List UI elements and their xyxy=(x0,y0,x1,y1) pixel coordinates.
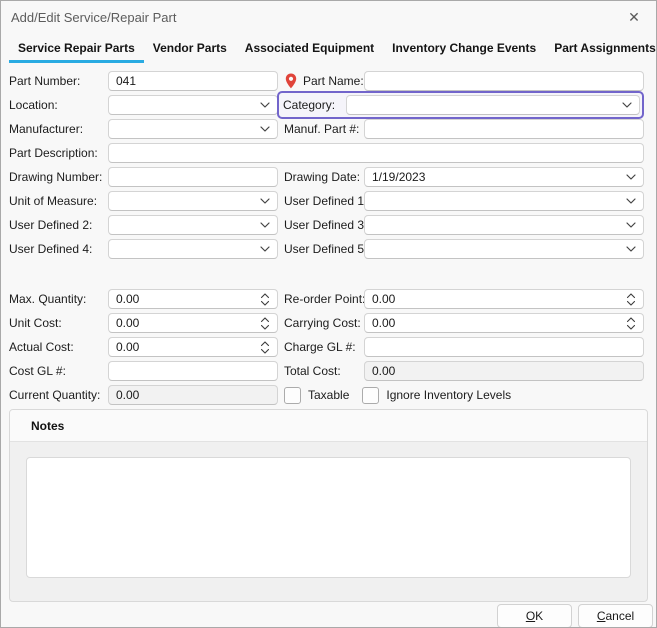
cost-gl-input[interactable] xyxy=(108,361,278,381)
checkbox-group: Taxable Ignore Inventory Levels xyxy=(278,387,644,404)
chevron-down-icon xyxy=(626,246,636,252)
form-grid-bottom: Max. Quantity: 0.00 Re-order Point: 0.00… xyxy=(9,289,644,405)
part-number-label: Part Number: xyxy=(9,71,108,91)
part-description-input[interactable] xyxy=(108,143,644,163)
notes-body xyxy=(10,442,647,583)
actual-cost-stepper[interactable]: 0.00 xyxy=(108,337,278,357)
part-name-label-cell: Part Name: xyxy=(278,71,364,91)
carrying-cost-stepper[interactable]: 0.00 xyxy=(364,313,644,333)
reorder-point-stepper[interactable]: 0.00 xyxy=(364,289,644,309)
tab-part-assignments[interactable]: Part Assignments xyxy=(545,37,657,63)
chevron-up-down-icon xyxy=(626,293,636,306)
user-defined-3-select[interactable] xyxy=(364,215,644,235)
max-quantity-stepper[interactable]: 0.00 xyxy=(108,289,278,309)
title-bar: Add/Edit Service/Repair Part ✕ xyxy=(1,1,656,35)
charge-gl-input[interactable] xyxy=(364,337,644,357)
reorder-point-label: Re-order Point: xyxy=(278,289,364,309)
drawing-date-label: Drawing Date: xyxy=(278,167,364,187)
total-cost-label: Total Cost: xyxy=(278,361,364,381)
carrying-cost-value: 0.00 xyxy=(372,316,626,330)
cost-gl-label: Cost GL #: xyxy=(9,361,108,381)
user-defined-2-select[interactable] xyxy=(108,215,278,235)
tab-associated-equipment[interactable]: Associated Equipment xyxy=(236,37,383,63)
manuf-part-no-label: Manuf. Part #: xyxy=(278,119,364,139)
location-label: Location: xyxy=(9,95,108,115)
chevron-down-icon xyxy=(622,102,632,108)
total-cost-input xyxy=(364,361,644,381)
user-defined-1-label: User Defined 1: xyxy=(278,191,364,211)
chevron-down-icon xyxy=(626,222,636,228)
category-focused-cell: Category: xyxy=(277,91,644,119)
category-label: Category: xyxy=(279,95,346,115)
location-select[interactable] xyxy=(108,95,278,115)
charge-gl-label: Charge GL #: xyxy=(278,337,364,357)
form-grid-top: Part Number: Part Name: Location: Catego… xyxy=(9,71,644,259)
notes-groupbox: Notes xyxy=(9,409,648,602)
tab-inventory-change-events[interactable]: Inventory Change Events xyxy=(383,37,545,63)
manuf-part-no-input[interactable] xyxy=(364,119,644,139)
current-quantity-label: Current Quantity: xyxy=(9,385,108,405)
manufacturer-label: Manufacturer: xyxy=(9,119,108,139)
user-defined-3-label: User Defined 3: xyxy=(278,215,364,235)
category-select[interactable] xyxy=(346,95,640,115)
unit-cost-value: 0.00 xyxy=(116,316,260,330)
chevron-up-down-icon xyxy=(626,317,636,330)
chevron-down-icon xyxy=(260,198,270,204)
chevron-down-icon xyxy=(626,174,636,180)
unit-cost-stepper[interactable]: 0.00 xyxy=(108,313,278,333)
dialog-button-row: OK Cancel xyxy=(1,604,653,628)
part-name-input[interactable] xyxy=(364,71,644,91)
user-defined-5-label: User Defined 5: xyxy=(278,239,364,259)
user-defined-5-select[interactable] xyxy=(364,239,644,259)
current-quantity-input xyxy=(108,385,278,405)
taxable-label: Taxable xyxy=(308,388,349,402)
drawing-date-select[interactable]: 1/19/2023 xyxy=(364,167,644,187)
tab-vendor-parts[interactable]: Vendor Parts xyxy=(144,37,236,63)
tab-bar: Service Repair Parts Vendor Parts Associ… xyxy=(9,37,656,63)
part-name-label: Part Name: xyxy=(303,71,364,91)
drawing-number-label: Drawing Number: xyxy=(9,167,108,187)
unit-cost-label: Unit Cost: xyxy=(9,313,108,333)
notes-title: Notes xyxy=(31,419,64,433)
carrying-cost-label: Carrying Cost: xyxy=(278,313,364,333)
notes-header: Notes xyxy=(10,410,647,442)
max-quantity-label: Max. Quantity: xyxy=(9,289,108,309)
part-number-input[interactable] xyxy=(108,71,278,91)
chevron-down-icon xyxy=(260,246,270,252)
manufacturer-select[interactable] xyxy=(108,119,278,139)
ignore-inventory-levels-checkbox[interactable] xyxy=(362,387,379,404)
chevron-up-down-icon xyxy=(260,317,270,330)
chevron-down-icon xyxy=(260,222,270,228)
cancel-button[interactable]: Cancel xyxy=(578,604,653,628)
unit-of-measure-label: Unit of Measure: xyxy=(9,191,108,211)
user-defined-1-select[interactable] xyxy=(364,191,644,211)
ignore-inventory-levels-label: Ignore Inventory Levels xyxy=(386,388,511,402)
unit-of-measure-select[interactable] xyxy=(108,191,278,211)
tab-service-repair-parts[interactable]: Service Repair Parts xyxy=(9,37,144,63)
chevron-up-down-icon xyxy=(260,293,270,306)
user-defined-4-select[interactable] xyxy=(108,239,278,259)
chevron-down-icon xyxy=(626,198,636,204)
dialog-title: Add/Edit Service/Repair Part xyxy=(11,10,176,25)
close-icon[interactable]: ✕ xyxy=(625,8,643,26)
add-edit-service-repair-part-dialog: Add/Edit Service/Repair Part ✕ Service R… xyxy=(0,0,657,628)
actual-cost-label: Actual Cost: xyxy=(9,337,108,357)
chevron-down-icon xyxy=(260,102,270,108)
drawing-date-value: 1/19/2023 xyxy=(372,170,626,184)
section-spacer xyxy=(1,259,656,281)
ok-button[interactable]: OK xyxy=(497,604,572,628)
chevron-down-icon xyxy=(260,126,270,132)
user-defined-4-label: User Defined 4: xyxy=(9,239,108,259)
notes-textarea[interactable] xyxy=(26,457,631,578)
max-quantity-value: 0.00 xyxy=(116,292,260,306)
drawing-number-input[interactable] xyxy=(108,167,278,187)
reorder-point-value: 0.00 xyxy=(372,292,626,306)
user-defined-2-label: User Defined 2: xyxy=(9,215,108,235)
actual-cost-value: 0.00 xyxy=(116,340,260,354)
part-description-label: Part Description: xyxy=(9,143,108,163)
taxable-checkbox[interactable] xyxy=(284,387,301,404)
chevron-up-down-icon xyxy=(260,341,270,354)
location-pin-icon xyxy=(285,73,297,89)
